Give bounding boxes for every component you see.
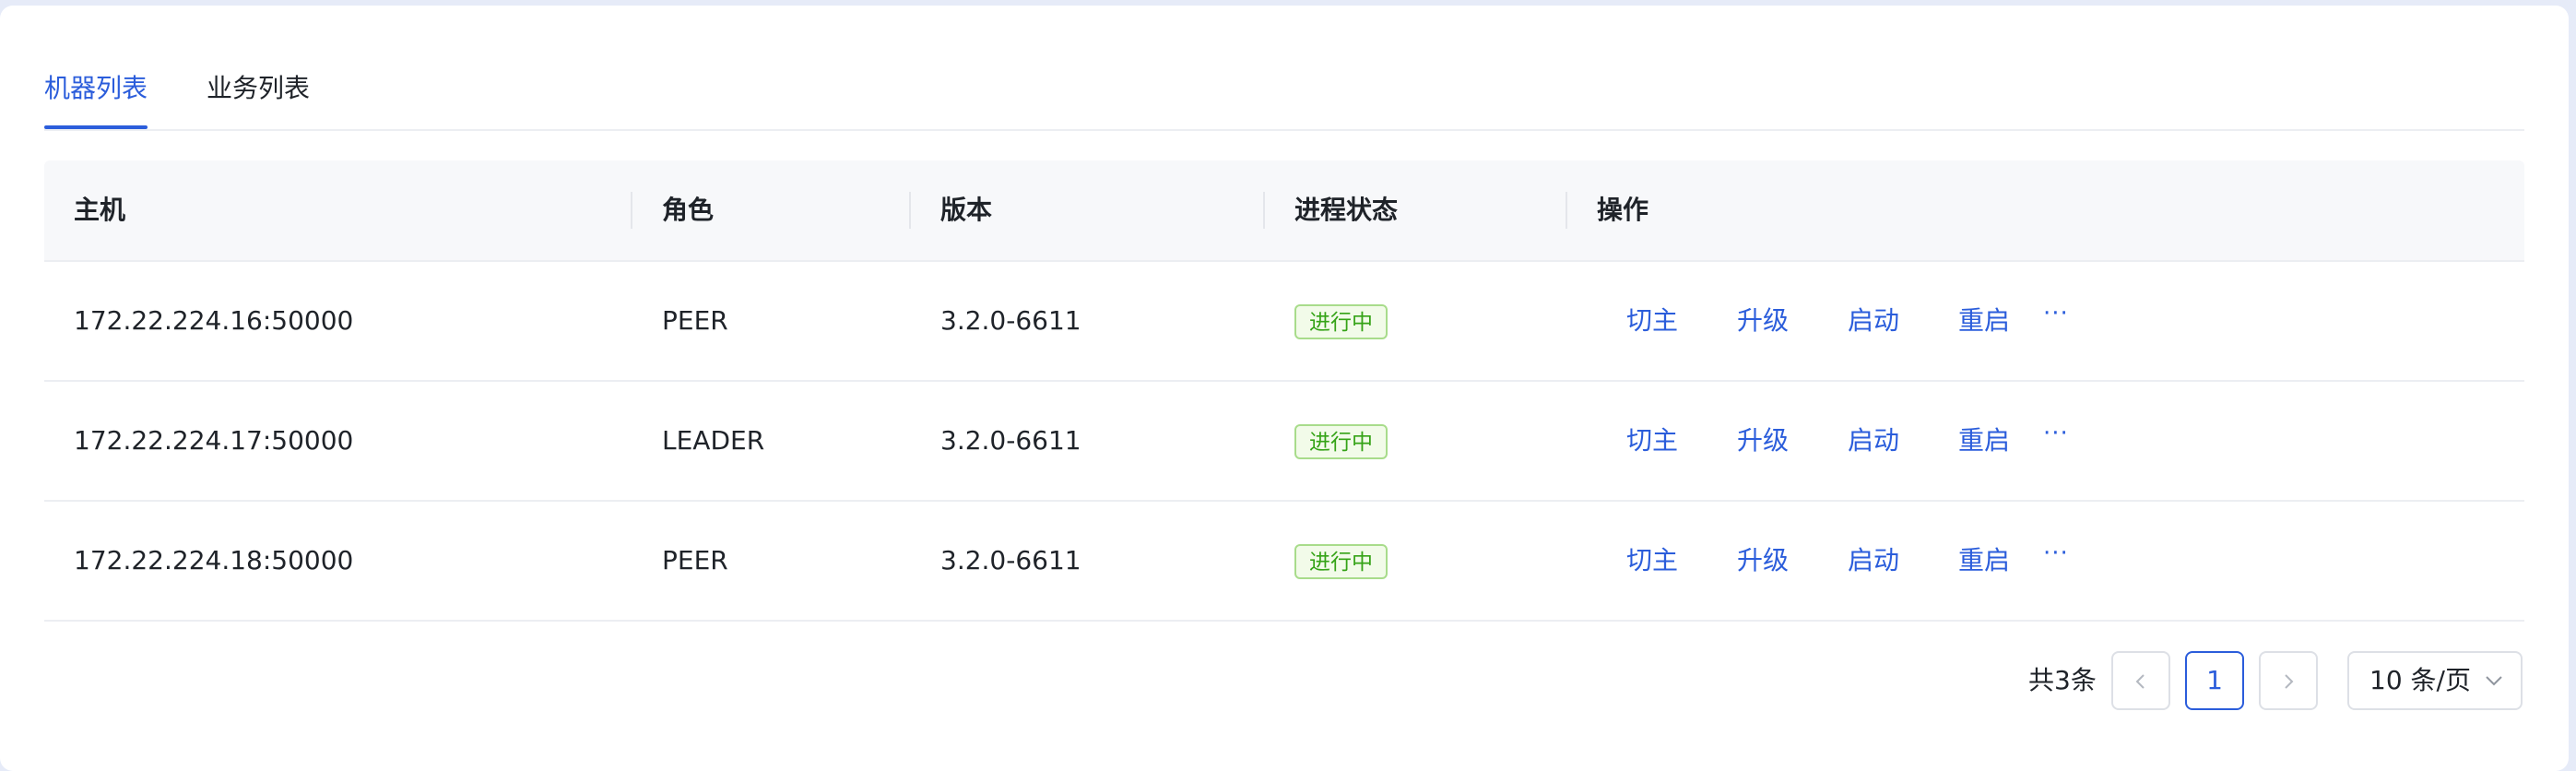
tab-label: 业务列表 [207,73,311,103]
start-button[interactable]: 启动 [1848,302,1899,339]
column-header-host: 主机 [74,195,126,225]
upgrade-button[interactable]: 升级 [1737,422,1789,459]
chevron-down-icon [2486,676,2502,686]
content-card: 机器列表 业务列表 主机 角色 版本 进程状态 操作 172.22.224.16… [0,6,2569,771]
page-size-value: 10 条/页 [2369,665,2471,695]
more-actions-icon[interactable]: ··· [2043,299,2069,328]
column-header-version: 版本 [940,195,993,225]
restart-button[interactable]: 重启 [1958,302,2010,339]
page-button-current[interactable]: 1 [2185,651,2244,710]
upgrade-button[interactable]: 升级 [1737,542,1789,579]
cell-status: 进行中 [1265,382,1388,500]
tab-business-list[interactable]: 业务列表 [207,70,310,107]
machine-table: 主机 角色 版本 进程状态 操作 172.22.224.16:50000 PEE… [44,160,2524,622]
cell-version: 3.2.0-6611 [940,545,1081,575]
table-header: 主机 角色 版本 进程状态 操作 [44,160,2524,262]
tab-machine-list[interactable]: 机器列表 [44,70,148,107]
upgrade-button[interactable]: 升级 [1737,302,1789,339]
cell-host: 172.22.224.16:50000 [74,305,354,336]
switch-master-button[interactable]: 切主 [1626,542,1678,579]
table-row: 172.22.224.17:50000 LEADER 3.2.0-6611 进行… [44,382,2524,502]
pagination-total: 共3条 [2028,665,2097,695]
column-header-process-status: 进程状态 [1294,195,1399,225]
status-badge: 进行中 [1294,304,1388,339]
cell-host: 172.22.224.17:50000 [74,425,354,456]
switch-master-button[interactable]: 切主 [1626,302,1678,339]
switch-master-button[interactable]: 切主 [1626,422,1678,459]
next-page-button[interactable] [2259,651,2318,710]
prev-page-button[interactable] [2111,651,2170,710]
table-row: 172.22.224.18:50000 PEER 3.2.0-6611 进行中 … [44,502,2524,622]
cell-role: PEER [662,545,728,575]
more-actions-icon[interactable]: ··· [2043,539,2069,568]
page-size-select[interactable]: 10 条/页 [2347,651,2523,710]
column-header-actions: 操作 [1597,195,1649,225]
status-badge: 进行中 [1294,544,1388,579]
tab-label: 机器列表 [44,73,148,103]
start-button[interactable]: 启动 [1848,422,1899,459]
cell-status: 进行中 [1265,502,1388,620]
restart-button[interactable]: 重启 [1958,422,2010,459]
more-actions-icon[interactable]: ··· [2043,419,2069,448]
chevron-left-icon [2135,674,2145,689]
column-header-role: 角色 [662,195,715,225]
chevron-right-icon [2285,674,2294,689]
tab-bar: 机器列表 业务列表 [44,57,2524,131]
tab-active-indicator [44,125,148,129]
restart-button[interactable]: 重启 [1958,542,2010,579]
page-number: 1 [2206,665,2223,695]
cell-version: 3.2.0-6611 [940,425,1081,456]
cell-version: 3.2.0-6611 [940,305,1081,336]
start-button[interactable]: 启动 [1848,542,1899,579]
cell-status: 进行中 [1265,262,1388,380]
cell-role: PEER [662,305,728,336]
cell-role: LEADER [662,425,765,456]
table-row: 172.22.224.16:50000 PEER 3.2.0-6611 进行中 … [44,262,2524,382]
status-badge: 进行中 [1294,424,1388,459]
cell-host: 172.22.224.18:50000 [74,545,354,575]
